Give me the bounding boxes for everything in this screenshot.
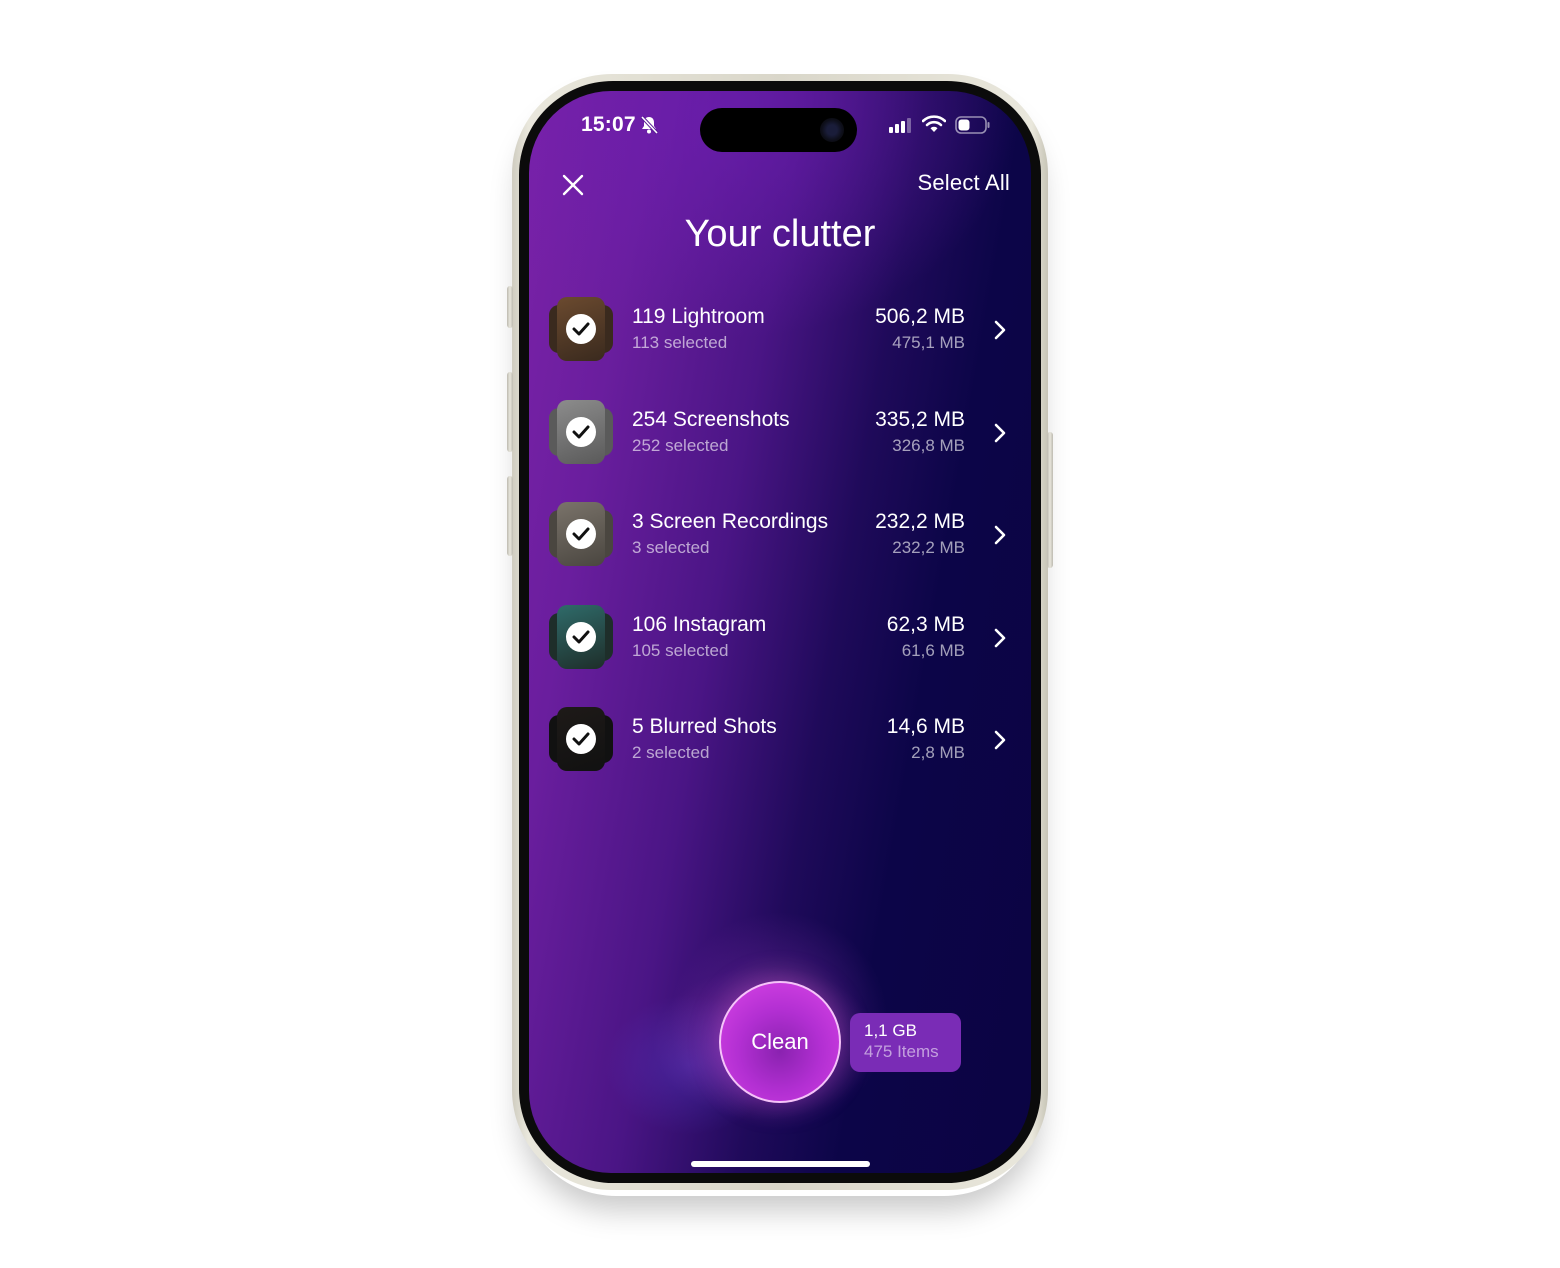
chevron-right-icon — [994, 730, 1006, 750]
category-selected-size: 326,8 MB — [892, 435, 965, 455]
bell-slash-icon — [640, 115, 659, 135]
checkmark-icon[interactable] — [566, 314, 596, 344]
chevron-right-icon — [994, 423, 1006, 442]
chevron-right-icon — [994, 320, 1006, 340]
action-button — [507, 286, 513, 328]
category-thumbnail — [549, 502, 613, 566]
category-title: 3 Screen Recordings — [632, 510, 829, 533]
summary-size: 1,1 GB — [864, 1021, 917, 1040]
clutter-category-row[interactable]: 119 Lightroom 113 selected 506,2 MB 475,… — [529, 295, 1031, 367]
select-all-button[interactable]: Select All — [918, 170, 1011, 196]
category-selected-count: 2 selected — [632, 743, 710, 762]
app-screen: 15:07 Select All Your clutter 119 Lightr… — [529, 91, 1031, 1173]
status-time: 15:07 — [581, 113, 636, 136]
clean-button[interactable]: Clean — [719, 981, 841, 1103]
close-button[interactable] — [559, 171, 587, 199]
clutter-category-row[interactable]: 254 Screenshots 252 selected 335,2 MB 32… — [529, 398, 1031, 470]
category-thumbnail — [549, 707, 613, 771]
category-total-size: 62,3 MB — [886, 612, 965, 636]
category-title: 119 Lightroom — [632, 305, 765, 328]
category-total-size: 335,2 MB — [875, 407, 965, 431]
checkmark-icon[interactable] — [566, 621, 596, 652]
summary-items: 475 Items — [864, 1042, 939, 1061]
cellular-signal-icon — [889, 118, 911, 133]
category-selected-count: 252 selected — [632, 435, 729, 455]
chevron-right-icon — [994, 628, 1006, 647]
chevron-right-icon — [994, 525, 1006, 545]
category-total-size: 14,6 MB — [886, 715, 965, 738]
camera-icon — [820, 118, 844, 142]
category-selected-count: 113 selected — [632, 333, 728, 352]
clutter-category-row[interactable]: 3 Screen Recordings 3 selected 232,2 MB … — [529, 500, 1031, 572]
home-indicator[interactable] — [691, 1161, 870, 1167]
volume-up-button — [507, 372, 513, 452]
category-title: 254 Screenshots — [632, 407, 790, 431]
category-total-size: 232,2 MB — [875, 510, 965, 533]
page-title: Your clutter — [684, 213, 876, 255]
category-selected-size: 61,6 MB — [901, 640, 965, 660]
dynamic-island — [700, 108, 857, 152]
category-selected-size: 475,1 MB — [892, 333, 965, 352]
category-title: 5 Blurred Shots — [632, 715, 777, 738]
cleanup-summary-badge: 1,1 GB 475 Items — [850, 1013, 961, 1072]
category-selected-size: 2,8 MB — [911, 743, 965, 762]
category-selected-count: 3 selected — [632, 538, 710, 557]
checkmark-icon[interactable] — [566, 724, 596, 754]
clutter-category-row[interactable]: 5 Blurred Shots 2 selected 14,6 MB 2,8 M… — [529, 705, 1031, 777]
category-selected-size: 232,2 MB — [892, 538, 965, 557]
battery-icon — [955, 116, 990, 134]
category-selected-count: 105 selected — [632, 640, 729, 660]
wifi-icon — [922, 115, 946, 132]
category-thumbnail — [549, 604, 613, 669]
category-thumbnail — [549, 297, 613, 361]
category-total-size: 506,2 MB — [875, 305, 965, 328]
power-button — [1047, 432, 1053, 568]
category-title: 106 Instagram — [632, 612, 767, 636]
clutter-category-row[interactable]: 106 Instagram 105 selected 62,3 MB 61,6 … — [529, 603, 1031, 675]
volume-down-button — [507, 476, 513, 556]
checkmark-icon[interactable] — [566, 416, 596, 447]
category-thumbnail — [549, 399, 613, 464]
checkmark-icon[interactable] — [566, 519, 596, 549]
